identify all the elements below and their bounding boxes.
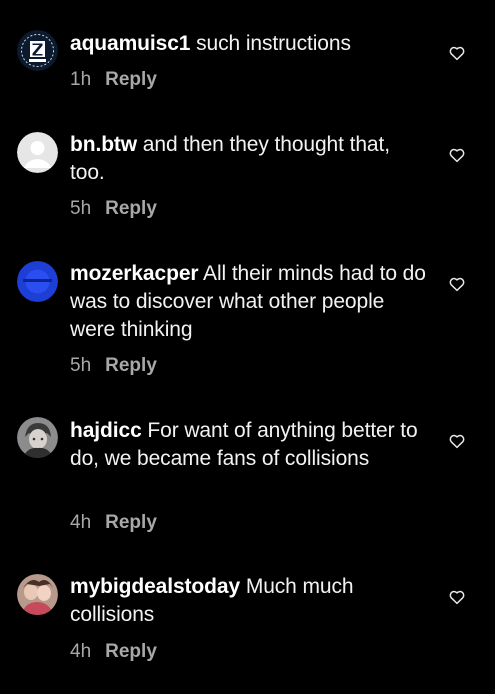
like-button[interactable] — [448, 432, 466, 450]
comment-time: 4h — [70, 512, 92, 533]
heart-outline-icon — [449, 590, 465, 605]
comment-meta: 4h Reply — [70, 512, 157, 534]
heart-outline-icon — [449, 46, 465, 61]
comment-text: bn.btw and then they thought that, too. — [70, 131, 430, 187]
heart-outline-icon — [449, 277, 465, 292]
avatar[interactable] — [17, 132, 58, 173]
reply-button[interactable]: Reply — [105, 641, 157, 662]
comment-meta: 4h Reply — [70, 641, 157, 663]
like-button[interactable] — [448, 44, 466, 62]
comment-username[interactable]: mozerkacper — [70, 262, 199, 285]
comment-username[interactable]: aquamuisc1 — [70, 32, 190, 55]
comment-username[interactable]: mybigdealstoday — [70, 575, 240, 598]
reply-button[interactable]: Reply — [105, 355, 157, 376]
reply-button[interactable]: Reply — [105, 198, 157, 219]
reply-button[interactable]: Reply — [105, 69, 157, 90]
like-button[interactable] — [448, 146, 466, 164]
avatar[interactable] — [17, 30, 58, 71]
comment-text: mozerkacper All their minds had to do wa… — [70, 260, 430, 344]
comment-meta: 5h Reply — [70, 355, 157, 377]
comment-username[interactable]: bn.btw — [70, 133, 137, 156]
comment-username[interactable]: hajdicc — [70, 419, 142, 442]
avatar[interactable] — [17, 574, 58, 615]
comment-time: 5h — [70, 355, 92, 376]
like-button[interactable] — [448, 588, 466, 606]
comment-text: aquamuisc1 such instructions — [70, 30, 430, 58]
comment-time: 5h — [70, 198, 92, 219]
comment-time: 1h — [70, 69, 92, 90]
heart-outline-icon — [449, 434, 465, 449]
reply-button[interactable]: Reply — [105, 512, 157, 533]
comment-meta: 5h Reply — [70, 198, 157, 220]
comment-text: mybigdealstoday Much much collisions — [70, 573, 430, 629]
comment-body: such instructions — [196, 32, 351, 55]
like-button[interactable] — [448, 275, 466, 293]
comment-meta: 1h Reply — [70, 69, 157, 91]
heart-outline-icon — [449, 148, 465, 163]
avatar[interactable] — [17, 417, 58, 458]
avatar[interactable] — [17, 261, 58, 302]
comment-time: 4h — [70, 641, 92, 662]
comment-text: hajdicc For want of anything better to d… — [70, 417, 430, 473]
